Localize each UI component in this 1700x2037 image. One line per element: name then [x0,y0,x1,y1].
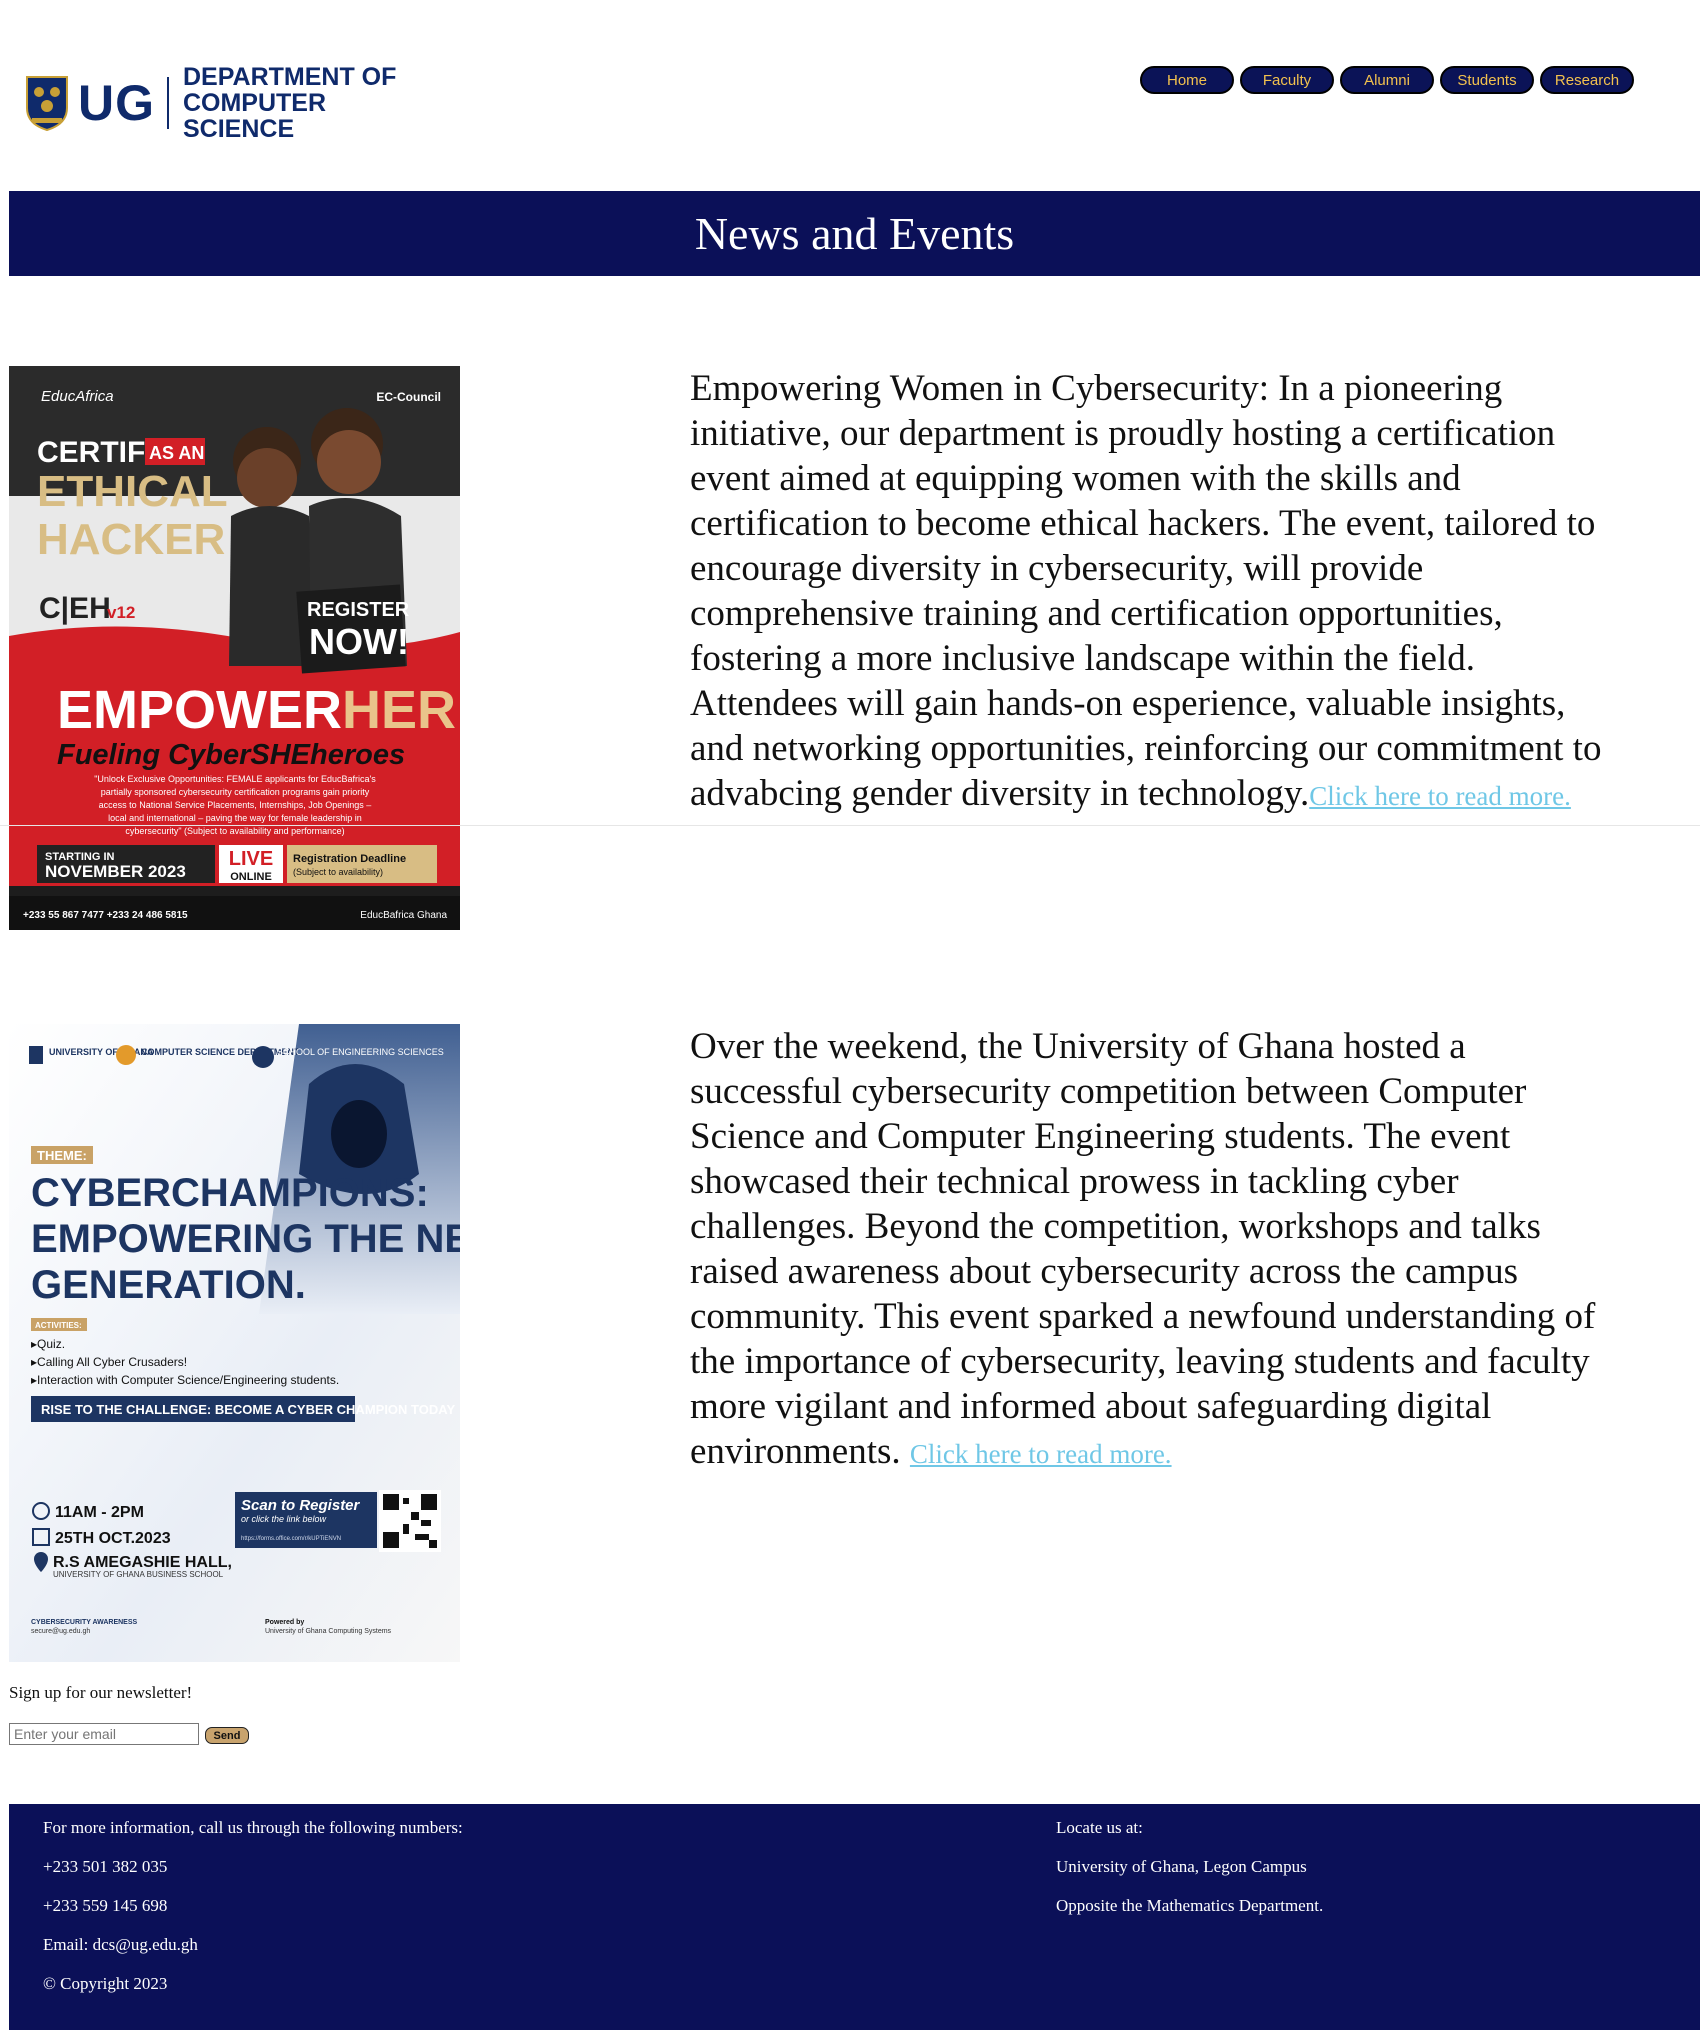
poster2-activity-2: ▸Calling All Cyber Crusaders! [31,1355,187,1369]
footer-phone-2: +233 559 145 698 [43,1896,168,1915]
poster1-brand: EducAfrica [41,388,114,405]
logo-line-2: COMPUTER SCIENCE [182,89,327,143]
newsletter-label: Sign up for our newsletter! [9,1683,193,1702]
poster1-register: REGISTER [307,599,410,621]
cyberchampions-event-poster: UNIVERSITY OF GHANA COMPUTER SCIENCE DEP… [9,1024,460,1662]
poster2-activity-3: ▸Interaction with Computer Science/Engin… [31,1373,339,1387]
read-more-link[interactable]: Click here to read more. [910,1439,1172,1469]
poster2-powered-by: University of Ghana Computing Systems [265,1628,392,1635]
poster1-small-3: access to National Service Placements, I… [99,800,372,810]
site-footer: For more information, call us through th… [9,1804,1700,2030]
poster1-online: ONLINE [230,871,272,883]
poster1-social: EducBafrica Ghana [360,910,447,921]
poster1-empower: EMPOWERHER [57,680,456,740]
poster2-venue-sub: UNIVERSITY OF GHANA BUSINESS SCHOOL [53,1570,224,1579]
newsletter-email-input[interactable] [9,1723,199,1745]
poster2-date: 25TH OCT.2023 [55,1530,171,1547]
poster1-council: EC-Council [376,390,441,404]
article-text: Empowering Women in Cybersecurity: In a … [690,368,1602,814]
poster2-activity-1: ▸Quiz. [31,1337,65,1351]
poster1-ethical: ETHICAL [37,467,228,516]
news-article-cyber-competition: Over the weekend, the University of Ghan… [690,1024,1620,1477]
poster1-ceh: C|EH [39,592,111,625]
poster2-soe: SCHOOL OF ENGINEERING SCIENCES [277,1047,444,1057]
footer-locate-label: Locate us at: [1056,1818,1143,1837]
nav-faculty-button[interactable]: Faculty [1240,66,1334,94]
poster1-as-an: AS AN [149,443,204,463]
read-more-link[interactable]: Click here to read more. [1309,781,1571,811]
qr-code-icon [379,1490,441,1552]
page-title-banner: News and Events [9,191,1700,276]
nav-alumni-button[interactable]: Alumni [1340,66,1434,94]
footer-email: Email: dcs@ug.edu.gh [43,1935,198,1954]
poster1-small-2: partially sponsored cybersecurity certif… [101,787,370,797]
logo-department-name: DEPARTMENT OF COMPUTER SCIENCE [183,64,444,142]
footer-campus: University of Ghana, Legon Campus [1056,1857,1307,1876]
poster2-powered: Powered by [265,1619,304,1626]
article-text: Over the weekend, the University of Ghan… [690,1026,1596,1472]
poster1-deadline: Registration Deadline [293,853,406,865]
logo-line-1: DEPARTMENT OF [182,63,397,91]
ug-crest-icon [25,76,68,132]
nav-research-button[interactable]: Research [1540,66,1634,94]
poster2-venue: R.S AMEGASHIE HALL, [53,1554,232,1571]
nav-home-button[interactable]: Home [1140,66,1234,94]
poster1-ceh-version: v12 [107,603,135,622]
poster2-scan-sub: or click the link below [241,1514,327,1524]
poster2-title-3: GENERATION. [31,1263,306,1307]
poster1-deadline-note: (Subject to availability) [293,867,383,877]
poster2-activities: ACTIVITIES: [35,1321,82,1330]
poster1-hacker: HACKER [37,515,225,564]
logo-divider [166,77,169,129]
poster1-small-5: cybersecurity" (Subject to availability … [125,826,344,836]
poster2-uni: UNIVERSITY OF GHANA [49,1047,154,1057]
footer-info-text: For more information, call us through th… [43,1818,463,1837]
site-logo[interactable]: UG DEPARTMENT OF COMPUTER SCIENCE [24,64,444,142]
poster1-month: NOVEMBER 2023 [45,862,186,881]
main-navigation: Home Faculty Alumni Students Research [1140,66,1634,94]
poster2-awareness: CYBERSECURITY AWARENESS [31,1619,138,1626]
poster2-scan-link: https://forms.office.com/r/kUPTiENVN [241,1536,341,1542]
newsletter-send-button[interactable]: Send [205,1727,249,1744]
poster1-phones: +233 55 867 7477 +233 24 486 5815 [23,910,188,921]
footer-phone-1: +233 501 382 035 [43,1857,168,1876]
poster1-live: LIVE [229,848,273,870]
footer-landmark: Opposite the Mathematics Department. [1056,1896,1324,1915]
news-article-women-cybersecurity: Empowering Women in Cybersecurity: In a … [690,366,1620,819]
poster2-title-2: EMPOWERING THE NEXT [31,1217,460,1261]
poster2-challenge: RISE TO THE CHALLENGE: BECOME A CYBER CH… [41,1402,455,1417]
poster1-now: NOW! [309,621,409,662]
divider-line [0,825,1700,826]
poster2-cs: COMPUTER SCIENCE DEPARTMENT [141,1047,300,1057]
poster1-small-4: local and international – paving the way… [108,813,362,823]
poster1-tagline: Fueling CyberSHEheroes [57,739,405,771]
poster2-awareness-mail: secure@ug.edu.gh [31,1628,90,1635]
page-title: News and Events [694,208,1015,259]
nav-students-button[interactable]: Students [1440,66,1534,94]
poster2-time: 11AM - 2PM [55,1504,144,1521]
poster2-title-1: CYBERCHAMPIONS: [31,1171,429,1215]
poster2-theme: THEME: [37,1148,87,1163]
poster1-small-1: "Unlock Exclusive Opportunities: FEMALE … [94,774,376,784]
empowerher-event-poster: EducAfrica EC-Council CERTIFY AS AN ETHI… [9,366,460,930]
footer-copyright: © Copyright 2023 [43,1974,168,1993]
poster2-scan: Scan to Register [241,1497,361,1514]
logo-abbreviation: UG [77,75,155,131]
